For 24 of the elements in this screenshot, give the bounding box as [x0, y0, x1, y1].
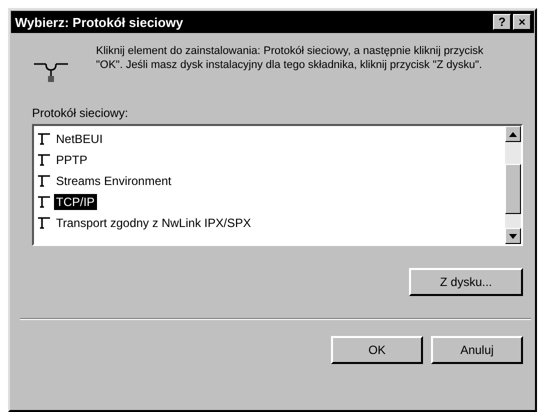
vertical-scrollbar[interactable] [505, 126, 521, 244]
window-title: Wybierz: Protokół sieciowy [15, 14, 184, 30]
network-protocol-icon [37, 132, 51, 146]
list-item[interactable]: PPTP [54, 152, 90, 168]
scroll-up-button[interactable] [505, 126, 521, 142]
close-button[interactable]: × [513, 14, 531, 30]
network-protocol-icon [37, 174, 51, 188]
network-protocol-icon [37, 194, 51, 208]
list-item[interactable]: TCP/IP [54, 194, 97, 210]
scroll-down-button[interactable] [505, 228, 521, 244]
down-arrow-icon [509, 234, 517, 238]
network-protocol-icon [37, 216, 51, 230]
from-disk-button[interactable]: Z dysku... [409, 268, 523, 296]
help-button[interactable]: ? [493, 14, 511, 30]
up-arrow-icon [509, 132, 517, 136]
list-item[interactable]: Transport zgodny z NwLink IPX/SPX [54, 214, 253, 230]
list-item[interactable]: Streams Environment [54, 172, 174, 188]
list-item[interactable]: NetBEUI [54, 130, 105, 146]
instruction-text: Kliknij element do zainstalowania: Protokół sieciowy, a następnie kliknij przycisk "OK". Jeśli masz dysk instalacyjny dla tego składnika, kliknij przycisk "Z dysku". [96, 44, 484, 72]
dialog-button[interactable]: Anuluj [431, 336, 523, 364]
dialog-button[interactable]: OK [331, 336, 423, 364]
scroll-thumb[interactable] [505, 164, 521, 214]
list-label: Protokół sieciowy: [32, 106, 130, 120]
network-protocol-icon [37, 152, 51, 166]
